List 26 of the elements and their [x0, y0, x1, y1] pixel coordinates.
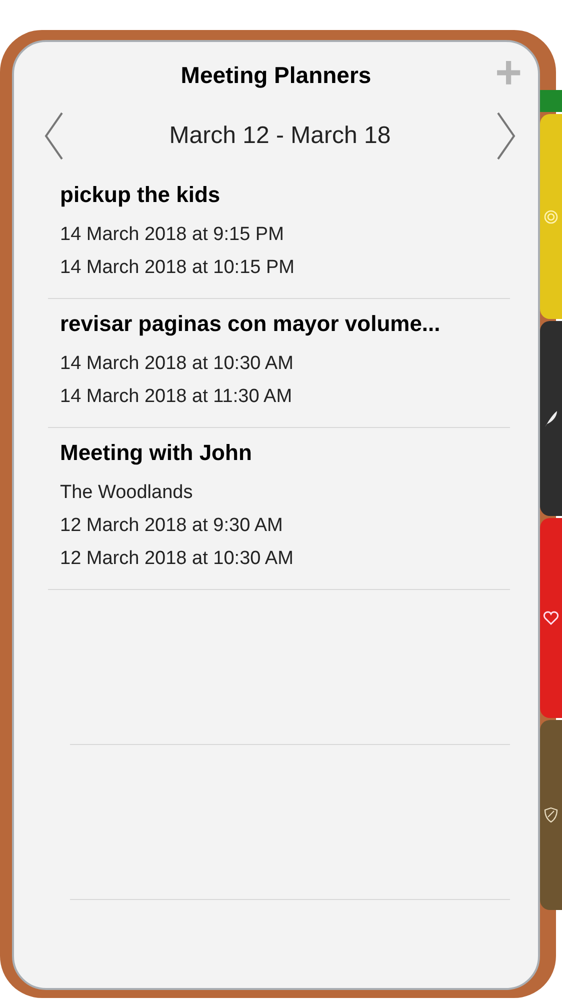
side-tab[interactable]: [540, 321, 562, 516]
event-row[interactable]: pickup the kids 14 March 2018 at 9:15 PM 14 March 2018 at 10:15 PM: [48, 170, 510, 299]
event-start: 12 March 2018 at 9:30 AM: [60, 514, 284, 538]
window-title: Meeting Planners: [180, 62, 372, 90]
feather-icon: [544, 410, 558, 428]
event-row[interactable]: Meeting with John The Woodlands 12 March 2018 at 9:30 AM 12 March 2018 at 10:30 AM: [48, 428, 510, 590]
side-tab[interactable]: [540, 90, 562, 112]
event-title: pickup the kids: [60, 182, 222, 208]
target-icon: [544, 210, 558, 224]
week-range: March 12 - March 18: [169, 122, 391, 150]
chevron-right-icon[interactable]: [496, 112, 516, 160]
event-row[interactable]: revisar paginas con mayor volume... 14 March 2018 at 10:30 AM 14 March 2018 at 11:30 AM: [48, 299, 510, 428]
event-end: 14 March 2018 at 10:15 PM: [60, 256, 296, 280]
event-end: 12 March 2018 at 10:30 AM: [60, 547, 294, 571]
shield-icon: [544, 807, 558, 823]
heart-icon: [543, 610, 559, 626]
chevron-left-icon[interactable]: [44, 112, 64, 160]
side-tab[interactable]: [540, 518, 562, 718]
event-location: The Woodlands: [60, 481, 194, 505]
event-start: 14 March 2018 at 10:30 AM: [60, 352, 294, 376]
side-tab[interactable]: [540, 720, 562, 910]
side-tab[interactable]: [540, 114, 562, 319]
event-title: revisar paginas con mayor volume...: [60, 311, 442, 337]
event-title: Meeting with John: [60, 440, 253, 466]
event-start: 14 March 2018 at 9:15 PM: [60, 223, 285, 247]
event-end: 14 March 2018 at 11:30 AM: [60, 385, 294, 409]
